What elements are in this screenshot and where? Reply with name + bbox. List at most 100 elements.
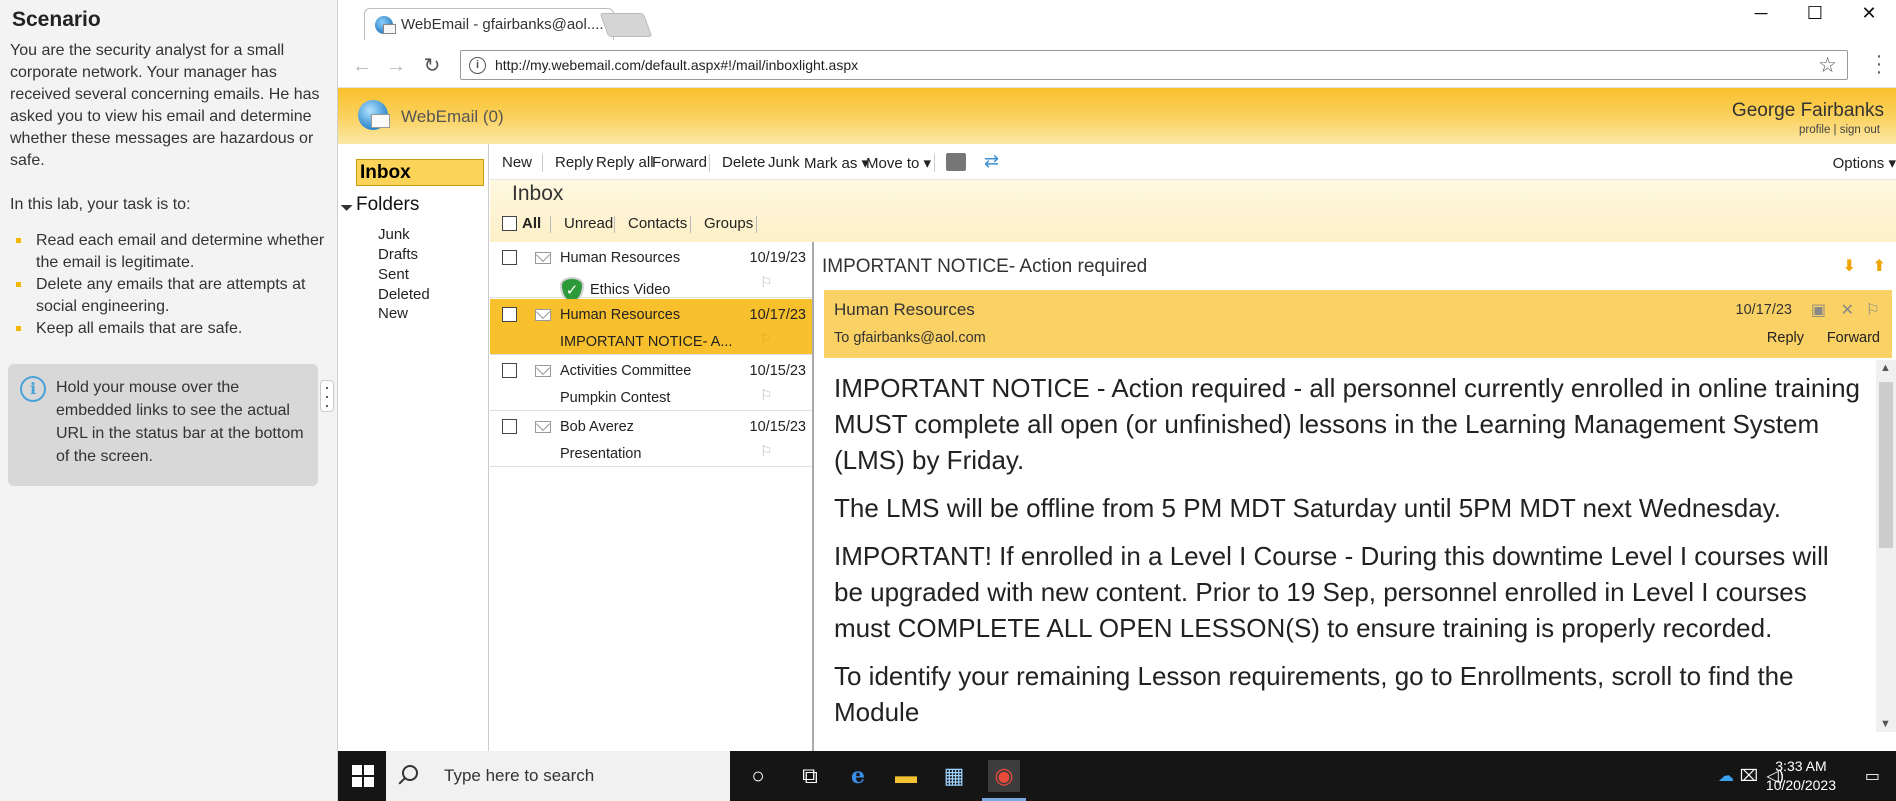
flag-icon[interactable]: ⚐ bbox=[760, 275, 774, 289]
message-from: Activities Committee bbox=[560, 363, 692, 379]
network-icon[interactable]: ⌧ bbox=[1740, 766, 1758, 786]
reading-to: To gfairbanks@aol.com bbox=[834, 330, 986, 346]
flag-icon[interactable]: ⚐ bbox=[1866, 300, 1880, 320]
address-bar[interactable]: i http://my.webemail.com/default.aspx#!/… bbox=[460, 50, 1848, 80]
folder-new[interactable]: New bbox=[378, 305, 408, 322]
printer-icon[interactable] bbox=[946, 153, 966, 171]
filter-groups[interactable]: Groups bbox=[704, 215, 753, 232]
user-links[interactable]: profile | sign out bbox=[1799, 124, 1880, 136]
info-icon: i bbox=[20, 376, 46, 402]
message-checkbox[interactable] bbox=[502, 250, 517, 265]
reply-button[interactable]: Reply bbox=[555, 154, 593, 171]
filter-all[interactable]: All bbox=[522, 215, 541, 232]
task-view-icon[interactable]: ⧉ bbox=[794, 760, 826, 792]
message-row[interactable]: Activities Committee 10/15/23 Pumpkin Co… bbox=[490, 355, 812, 411]
envelope-icon bbox=[535, 421, 551, 433]
flag-icon[interactable]: ⚐ bbox=[760, 332, 774, 346]
folder-sent[interactable]: Sent bbox=[378, 266, 409, 283]
app-title[interactable]: WebEmail (0) bbox=[401, 107, 504, 127]
filter-unread[interactable]: Unread bbox=[564, 215, 613, 232]
taskbar-search-box[interactable]: Type here to search bbox=[386, 751, 730, 801]
system-clock[interactable]: 3:33 AM 10/20/2023 bbox=[1766, 757, 1836, 795]
previous-message-arrow-icon[interactable]: ⬆ bbox=[1873, 256, 1886, 276]
panel-resize-handle[interactable]: · · · bbox=[320, 378, 334, 414]
reading-date: 10/17/23 bbox=[1735, 302, 1792, 318]
flag-icon[interactable]: ⚐ bbox=[760, 444, 774, 458]
flag-icon[interactable]: ⚐ bbox=[760, 388, 774, 402]
delete-x-icon[interactable]: ✕ bbox=[1841, 300, 1854, 320]
edge-icon[interactable]: e bbox=[842, 760, 874, 792]
options-dropdown[interactable]: Options ▾ bbox=[1833, 154, 1896, 172]
scenario-panel: Scenario You are the security analyst fo… bbox=[0, 0, 338, 801]
scroll-down-icon[interactable]: ▼ bbox=[1880, 718, 1891, 730]
reply-all-button[interactable]: Reply all bbox=[596, 154, 654, 171]
message-checkbox[interactable] bbox=[502, 419, 517, 434]
mark-as-dropdown[interactable]: Mark as ▾ bbox=[804, 154, 869, 172]
webemail-logo-icon bbox=[358, 100, 390, 130]
message-checkbox[interactable] bbox=[502, 363, 517, 378]
message-row-selected[interactable]: Human Resources 10/17/23 IMPORTANT NOTIC… bbox=[490, 299, 812, 355]
contact-card-icon[interactable]: ▣ bbox=[1811, 300, 1826, 320]
junk-button[interactable]: Junk bbox=[768, 154, 800, 171]
task-item: Read each email and determine whether th… bbox=[10, 230, 327, 274]
browser-menu-icon[interactable]: · · · bbox=[1874, 46, 1884, 82]
file-explorer-icon[interactable]: ▬ bbox=[890, 760, 922, 792]
reading-from[interactable]: Human Resources bbox=[834, 300, 975, 320]
message-row[interactable]: Human Resources 10/19/23 ✓ Ethics Video ⚐ bbox=[490, 242, 812, 303]
scroll-up-icon[interactable]: ▲ bbox=[1880, 362, 1891, 374]
folder-drafts[interactable]: Drafts bbox=[378, 246, 418, 263]
forward-arrow-icon[interactable]: → bbox=[384, 54, 408, 78]
site-info-icon[interactable]: i bbox=[469, 57, 486, 74]
reading-pane: IMPORTANT NOTICE- Action required ⬇ ⬆ Hu… bbox=[816, 242, 1896, 751]
windows-start-icon[interactable] bbox=[352, 765, 374, 787]
forward-link[interactable]: Forward bbox=[1827, 330, 1880, 346]
reading-header: Human Resources 10/17/23 ▣ ✕ ⚐ To gfairb… bbox=[824, 290, 1892, 358]
scenario-title: Scenario bbox=[12, 8, 101, 31]
close-window-button[interactable]: ✕ bbox=[1842, 0, 1896, 26]
move-to-dropdown[interactable]: Move to ▾ bbox=[866, 154, 931, 172]
reload-icon[interactable]: ↻ bbox=[420, 54, 444, 78]
scroll-thumb[interactable] bbox=[1879, 382, 1893, 548]
url-text[interactable]: http://my.webemail.com/default.aspx#!/ma… bbox=[495, 57, 858, 73]
minimize-button[interactable]: ─ bbox=[1734, 0, 1788, 26]
forward-button[interactable]: Forward bbox=[652, 154, 707, 171]
notification-icon[interactable]: ▭ bbox=[1865, 766, 1880, 786]
divider bbox=[690, 216, 691, 233]
store-icon[interactable]: ▦ bbox=[938, 760, 970, 792]
back-arrow-icon[interactable]: ← bbox=[350, 54, 374, 78]
message-checkbox[interactable] bbox=[502, 307, 517, 322]
onedrive-icon[interactable]: ☁ bbox=[1718, 766, 1734, 786]
webemail-favicon-icon bbox=[375, 16, 396, 34]
next-message-arrow-icon[interactable]: ⬇ bbox=[1843, 256, 1856, 276]
windows-taskbar: Type here to search ○ ⧉ e ▬ ▦ ◉ ☁ ⌧ ◁) 3… bbox=[338, 751, 1896, 801]
reply-link[interactable]: Reply bbox=[1767, 330, 1804, 346]
folder-junk[interactable]: Junk bbox=[378, 226, 410, 243]
delete-button[interactable]: Delete bbox=[722, 154, 765, 171]
message-body: IMPORTANT NOTICE - Action required - all… bbox=[824, 366, 1870, 736]
bookmark-star-icon[interactable]: ☆ bbox=[1818, 53, 1837, 78]
new-tab-button[interactable] bbox=[599, 13, 653, 37]
sync-icon[interactable]: ⇄ bbox=[984, 151, 999, 172]
folders-header[interactable]: ◢ Folders bbox=[339, 194, 419, 216]
message-date: 10/17/23 bbox=[749, 307, 806, 323]
new-button[interactable]: New bbox=[502, 154, 532, 171]
maximize-button[interactable]: ☐ bbox=[1788, 0, 1842, 26]
browser-tab[interactable]: WebEmail - gfairbanks@aol.... bbox=[364, 8, 614, 40]
folder-deleted[interactable]: Deleted bbox=[378, 286, 430, 303]
select-all-checkbox[interactable] bbox=[502, 216, 517, 231]
body-paragraph: The LMS will be offline from 5 PM MDT Sa… bbox=[834, 493, 1781, 523]
scenario-intro: You are the security analyst for a small… bbox=[10, 42, 320, 169]
filter-contacts[interactable]: Contacts bbox=[628, 215, 687, 232]
divider bbox=[934, 154, 935, 172]
body-paragraph: IMPORTANT NOTICE - Action required - all… bbox=[834, 373, 1860, 475]
message-date: 10/15/23 bbox=[749, 363, 806, 379]
folder-inbox[interactable]: Inbox bbox=[356, 159, 484, 186]
divider bbox=[756, 216, 757, 233]
chrome-icon[interactable]: ◉ bbox=[982, 760, 1026, 801]
reading-scrollbar[interactable]: ▲ ▼ bbox=[1876, 360, 1896, 732]
search-placeholder[interactable]: Type here to search bbox=[444, 766, 594, 786]
divider bbox=[614, 216, 615, 233]
message-row[interactable]: Bob Averez 10/15/23 Presentation ⚐ bbox=[490, 411, 812, 467]
cortana-icon[interactable]: ○ bbox=[742, 760, 774, 792]
inbox-title: Inbox bbox=[512, 182, 564, 205]
